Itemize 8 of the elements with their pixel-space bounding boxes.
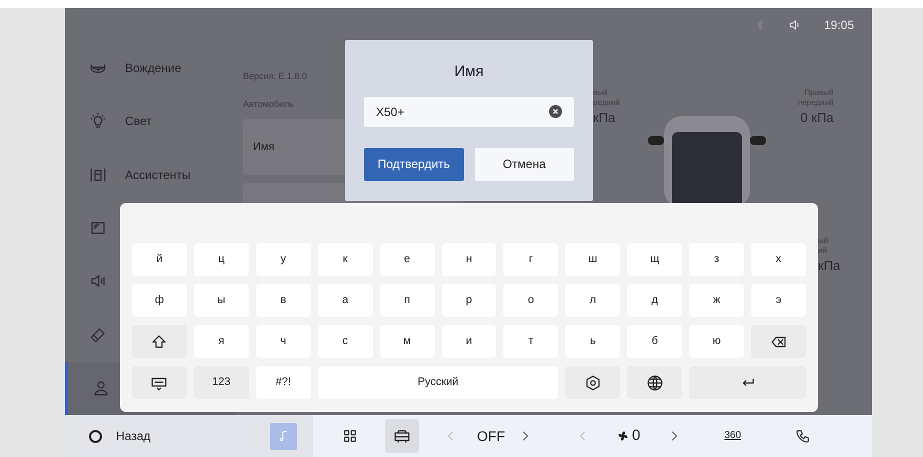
ac-status: OFF bbox=[477, 426, 505, 446]
tire-pressure: 0 кПа bbox=[800, 109, 834, 127]
clock-time: 19:05 bbox=[824, 17, 854, 34]
fan-speed: 0 bbox=[632, 426, 640, 446]
tire-pressure: кПа bbox=[593, 109, 616, 127]
input-value: X50+ bbox=[376, 104, 406, 120]
dialog-title: Имя bbox=[454, 62, 484, 82]
tire-pressure: кПа bbox=[818, 257, 840, 275]
